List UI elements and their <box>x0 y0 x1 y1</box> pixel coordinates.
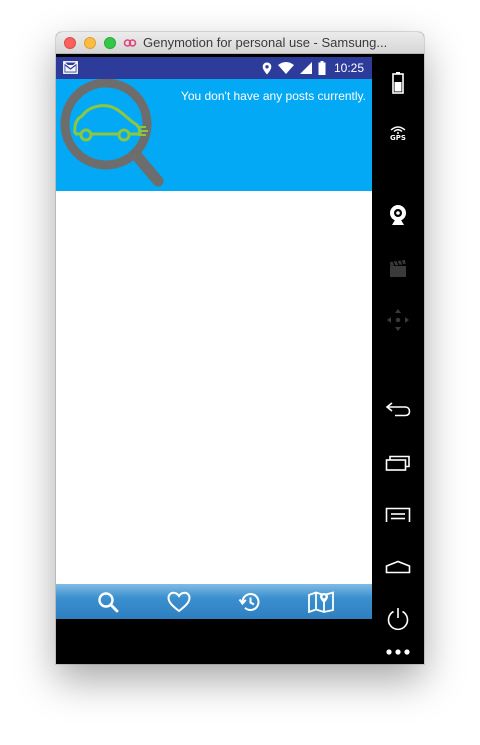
search-icon <box>97 591 118 612</box>
nav-favorites-button[interactable] <box>162 587 196 617</box>
location-icon <box>262 62 272 74</box>
window-title: Genymotion for personal use - Samsung... <box>143 36 388 50</box>
emulator-window: Genymotion for personal use - Samsung... <box>56 32 424 664</box>
genymotion-side-panel: GPS <box>372 54 424 664</box>
cell-signal-icon <box>299 62 312 74</box>
window-minimize-button[interactable] <box>84 37 96 49</box>
nav-history-button[interactable] <box>233 587 267 617</box>
screen-bottom-edge <box>56 619 372 658</box>
recent-apps-button[interactable] <box>372 446 424 480</box>
nav-map-button[interactable] <box>304 587 338 617</box>
webcam-widget-button[interactable] <box>372 198 424 232</box>
history-icon <box>238 592 259 611</box>
window-titlebar: Genymotion for personal use - Samsung... <box>56 32 424 54</box>
wifi-icon <box>277 62 294 74</box>
more-icon <box>386 649 410 655</box>
battery-status-icon <box>318 61 326 75</box>
menu-icon <box>385 507 411 522</box>
status-icons: 10:25 <box>262 60 364 76</box>
gps-widget-button[interactable]: GPS <box>372 116 424 150</box>
back-button[interactable] <box>372 392 424 426</box>
gps-label: GPS <box>390 133 406 142</box>
genymotion-app-icon <box>123 39 137 47</box>
media-clapper-icon <box>390 260 406 277</box>
menu-button[interactable] <box>372 498 424 532</box>
heart-icon <box>166 591 191 612</box>
webcam-icon <box>390 205 406 225</box>
gmail-notification-icon <box>63 61 78 74</box>
window-close-button[interactable] <box>64 37 76 49</box>
nav-search-button[interactable] <box>91 587 125 617</box>
bottom-navigation <box>56 584 372 619</box>
dpad-icon <box>387 309 409 331</box>
gps-icon <box>390 125 406 134</box>
status-time: 10:25 <box>333 61 364 75</box>
home-icon <box>385 560 411 574</box>
battery-icon <box>392 72 404 94</box>
map-icon <box>307 590 334 613</box>
android-status-bar: 10:25 <box>56 57 372 79</box>
media-widget-button[interactable] <box>372 252 424 286</box>
car-search-logo-icon <box>60 79 164 187</box>
more-options-button[interactable] <box>372 638 424 664</box>
device-screen: 10:25 You don't have any posts currently… <box>56 54 372 658</box>
empty-posts-message: You don't have any posts currently. <box>180 89 366 103</box>
window-maximize-button[interactable] <box>104 37 116 49</box>
back-icon <box>385 402 411 417</box>
power-icon <box>387 608 409 631</box>
posts-list-area[interactable] <box>56 191 372 584</box>
battery-widget-button[interactable] <box>372 66 424 100</box>
header-banner: You don't have any posts currently. <box>56 79 372 191</box>
dpad-widget-button[interactable] <box>372 303 424 337</box>
recent-apps-icon <box>385 455 410 471</box>
power-button[interactable] <box>372 602 424 636</box>
home-button[interactable] <box>372 550 424 584</box>
